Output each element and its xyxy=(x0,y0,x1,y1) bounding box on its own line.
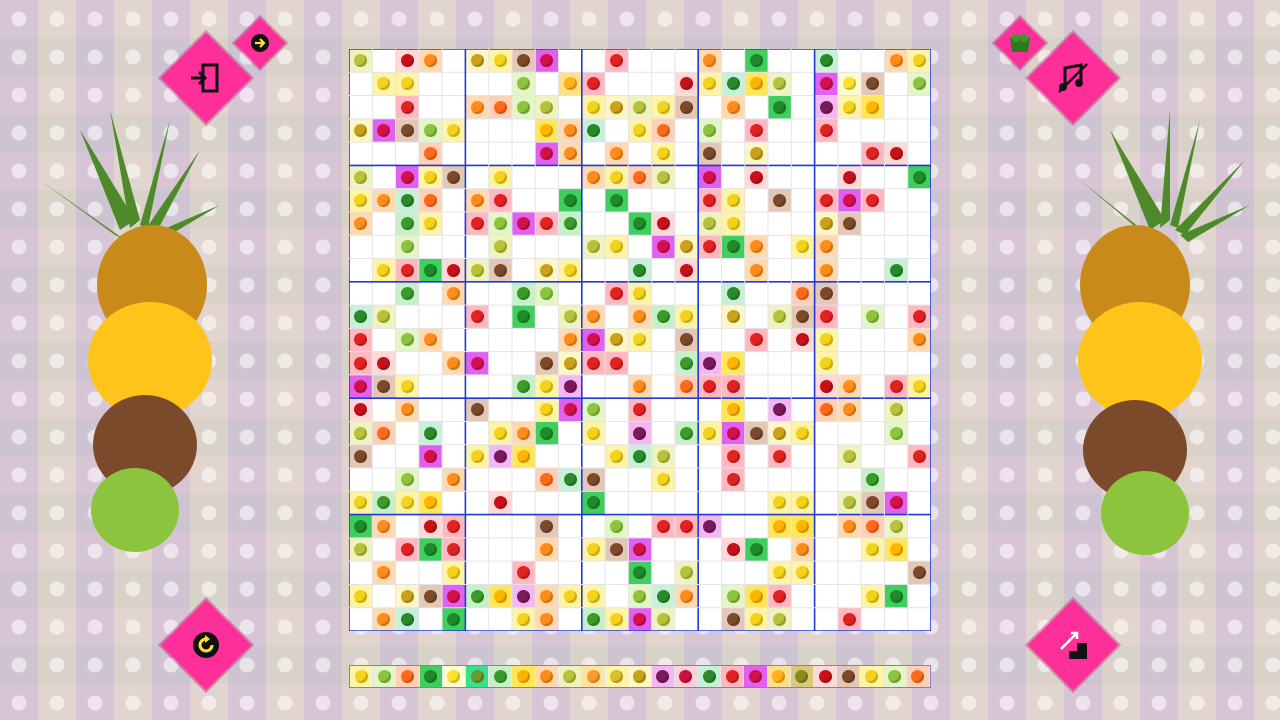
palette-fruit-button[interactable] xyxy=(558,666,583,687)
palette-fruit-button[interactable] xyxy=(350,666,374,687)
pomegranate-icon xyxy=(749,670,763,683)
palette-fruit-button[interactable] xyxy=(535,666,559,687)
restart-button[interactable] xyxy=(160,599,252,691)
right-fruit-stack-decoration xyxy=(1078,110,1250,555)
palette-fruit-button[interactable] xyxy=(837,666,861,687)
palette-fruit-button[interactable] xyxy=(674,666,699,687)
palette-fruit-button[interactable] xyxy=(790,666,815,687)
restart-icon xyxy=(174,613,238,677)
apricot-icon xyxy=(586,670,600,683)
plum-icon xyxy=(656,670,670,683)
green-apple-icon xyxy=(377,670,391,683)
palette-fruit-button[interactable] xyxy=(419,666,443,687)
watermelon-icon xyxy=(702,670,716,683)
palette-fruit-button[interactable] xyxy=(651,666,675,687)
arrow-right-icon xyxy=(242,25,278,61)
green-apple-icon xyxy=(888,670,902,683)
coconut-icon xyxy=(841,670,855,683)
palette-fruit-button[interactable] xyxy=(582,666,606,687)
next-button[interactable] xyxy=(234,17,286,69)
palette-fruit-button[interactable] xyxy=(698,666,722,687)
palette-fruit-button[interactable] xyxy=(883,666,907,687)
green-apple-icon xyxy=(91,468,179,552)
lemon-icon xyxy=(447,670,461,683)
palette-fruit-button[interactable] xyxy=(512,666,536,687)
banana-icon xyxy=(354,670,368,683)
green-apple-icon xyxy=(1101,471,1189,555)
palette-fruit-button[interactable] xyxy=(442,666,467,687)
green-pepper-icon xyxy=(424,670,438,683)
palette-fruit-button[interactable] xyxy=(744,666,768,687)
cherry-icon xyxy=(818,670,832,683)
papaya-icon xyxy=(772,670,786,683)
palette-fruit-button[interactable] xyxy=(373,666,397,687)
palette-fruit-button[interactable] xyxy=(814,666,838,687)
palette-fruit-button[interactable] xyxy=(489,666,513,687)
palette-fruit-button[interactable] xyxy=(396,666,420,687)
palette-fruit-button[interactable] xyxy=(860,666,884,687)
carrot-icon xyxy=(911,670,925,683)
music-off-icon xyxy=(1041,46,1105,110)
carrot-icon xyxy=(401,670,414,683)
palette-fruit-button[interactable] xyxy=(605,666,629,687)
sudoku-board xyxy=(349,49,931,631)
stairs-arrow-icon xyxy=(1041,613,1105,677)
fruit-palette xyxy=(349,665,931,688)
palette-fruit-button[interactable] xyxy=(721,666,745,687)
tomato-icon xyxy=(725,670,739,683)
board-grid-lines xyxy=(349,49,931,631)
palette-fruit-button[interactable] xyxy=(767,666,791,687)
palette-fruit-button[interactable] xyxy=(466,666,490,687)
left-fruit-stack-decoration xyxy=(40,110,220,552)
pear-icon xyxy=(563,670,577,683)
fruit-bag-icon xyxy=(1002,25,1038,61)
quince-icon xyxy=(609,670,623,683)
pineapple-leaves-icon xyxy=(1080,110,1250,242)
theme-button[interactable] xyxy=(994,17,1046,69)
exit-door-icon xyxy=(174,46,238,110)
pineapple-icon xyxy=(633,670,647,683)
banana-icon xyxy=(865,670,879,683)
palette-fruit-button[interactable] xyxy=(628,666,652,687)
kiwi-icon xyxy=(470,670,484,683)
pineapple-leaves-icon xyxy=(40,110,220,242)
olive-icon xyxy=(795,670,809,683)
music-toggle-button[interactable] xyxy=(1027,32,1119,124)
orange-icon xyxy=(540,670,554,683)
raspberry-icon xyxy=(679,670,693,683)
mango-icon xyxy=(517,670,531,683)
palette-fruit-button[interactable] xyxy=(906,666,931,687)
lime-icon xyxy=(493,670,507,683)
hint-button[interactable] xyxy=(1027,599,1119,691)
